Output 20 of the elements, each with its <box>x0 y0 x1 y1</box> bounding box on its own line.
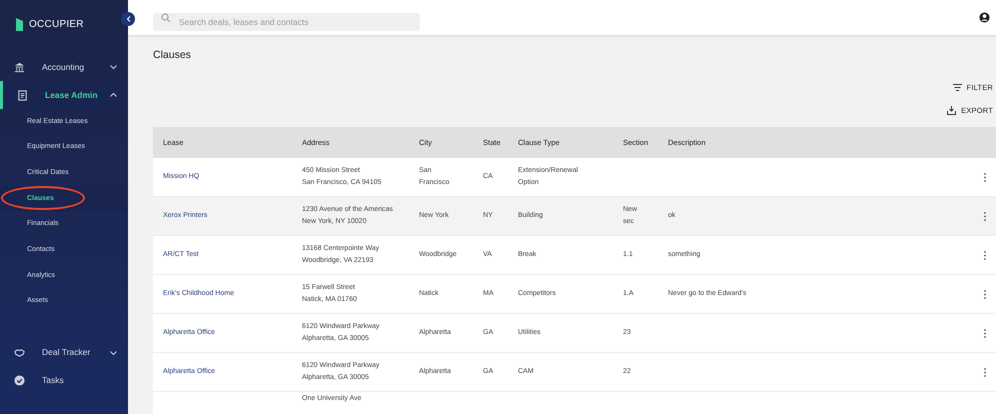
filter-icon <box>952 84 962 92</box>
document-icon <box>17 90 28 100</box>
collapse-button[interactable] <box>121 12 135 26</box>
brand-name: OCCUPIER <box>29 18 84 32</box>
search-icon <box>161 12 171 22</box>
search-field[interactable]: Search deals, leases and contacts <box>153 12 420 30</box>
bank-icon <box>14 62 25 72</box>
chevron-left-icon <box>126 16 130 22</box>
sidebar-item[interactable]: Tasks <box>0 366 128 394</box>
chevron-down-icon <box>110 65 117 69</box>
account-icon[interactable] <box>979 12 990 23</box>
chevron-up-icon <box>110 93 117 97</box>
logo-icon <box>16 18 23 31</box>
chevron-down-icon <box>110 350 117 354</box>
sidebar-item[interactable]: Lease Admin <box>0 81 128 109</box>
download-icon <box>947 106 956 116</box>
sidebar-item[interactable]: Deal Tracker <box>0 338 128 366</box>
sidebar-item[interactable]: Accounting <box>0 53 128 81</box>
page-title: Clauses <box>153 48 191 63</box>
check-circle-icon <box>14 375 25 386</box>
